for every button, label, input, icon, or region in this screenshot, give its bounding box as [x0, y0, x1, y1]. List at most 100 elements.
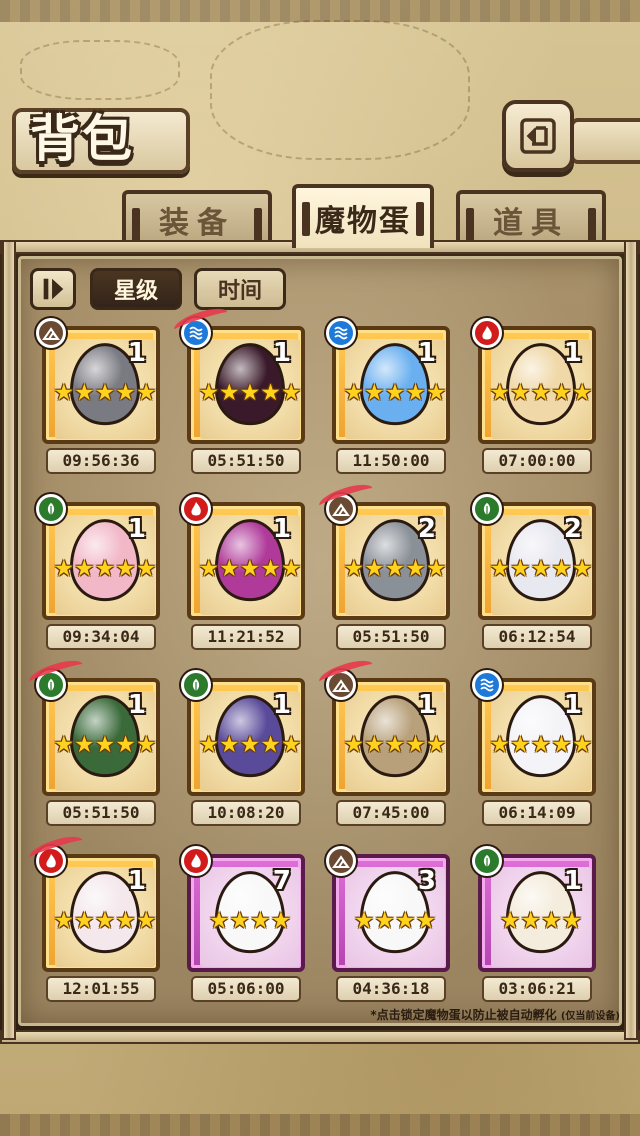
sort-toggle-button[interactable] [30, 268, 76, 310]
egg-stars: ★★★★★ [343, 556, 447, 582]
sort-by-star-button[interactable]: 星级 [90, 268, 182, 310]
back-plate [570, 118, 640, 164]
egg-count: 2 [563, 514, 582, 544]
tab-label: 道具 [493, 206, 569, 241]
egg-stars: ★★★★★ [198, 732, 302, 758]
tab-post [302, 202, 310, 236]
wood-element-icon [472, 846, 502, 876]
tab-post [416, 202, 424, 236]
panel-rail-bottom [0, 1030, 640, 1044]
water-element-icon [472, 670, 502, 700]
egg-card[interactable]: 1 ★★★★★ 11:21:52 [181, 494, 305, 650]
fire-element-icon [181, 846, 211, 876]
egg-count: 1 [127, 866, 146, 896]
sort-by-time-button[interactable]: 时间 [194, 268, 286, 310]
egg-timer: 05:06:00 [191, 976, 301, 1002]
egg-card[interactable]: 1 ★★★★★ 10:08:20 [181, 670, 305, 826]
egg-count: 1 [127, 338, 146, 368]
map-decoration [20, 40, 180, 100]
tab-equipment[interactable]: 装备 [122, 190, 272, 246]
fire-element-icon [472, 318, 502, 348]
egg-card[interactable]: 1 ★★★★★ 05:51:50 [171, 303, 305, 474]
egg-timer: 05:51:50 [46, 800, 156, 826]
back-arrow-icon [520, 118, 556, 154]
lock-hint-text: *点击锁定魔物蛋以防止被自动孵化 [370, 1008, 557, 1022]
egg-timer: 07:00:00 [482, 448, 592, 474]
tab-items[interactable]: 道具 [456, 190, 606, 246]
egg-timer: 05:51:50 [336, 624, 446, 650]
egg-stars: ★★★★★ [198, 556, 302, 582]
egg-count: 1 [127, 690, 146, 720]
egg-card[interactable]: 1 ★★★★★ 09:34:04 [36, 494, 160, 650]
torn-edge-top [0, 0, 640, 22]
wood-element-icon [36, 494, 66, 524]
egg-timer: 12:01:55 [46, 976, 156, 1002]
wood-element-icon [181, 670, 211, 700]
egg-card[interactable]: 1 ★★★★★ 05:51:50 [26, 655, 160, 826]
water-element-icon [326, 318, 356, 348]
egg-card[interactable]: 1 ★★★★★ 06:14:09 [472, 670, 596, 826]
egg-timer: 05:51:50 [191, 448, 301, 474]
egg-card[interactable]: 2 ★★★★★ 05:51:50 [316, 479, 450, 650]
fire-element-icon [181, 494, 211, 524]
egg-count: 1 [417, 338, 436, 368]
egg-card[interactable]: 1 ★★★★★ 07:00:00 [472, 318, 596, 474]
map-decoration [210, 20, 470, 160]
lock-hint-note: (仅当前设备) [560, 1011, 620, 1022]
egg-stars: ★★★★★ [53, 732, 157, 758]
egg-stars: ★★★★★ [53, 380, 157, 406]
earth-element-icon [326, 846, 356, 876]
tab-post [254, 208, 262, 242]
egg-timer: 04:36:18 [336, 976, 446, 1002]
egg-card[interactable]: 1 ★★★★★ 09:56:36 [36, 318, 160, 474]
tab-label: 魔物蛋 [315, 204, 411, 239]
egg-stars: ★★★★★ [343, 380, 447, 406]
egg-card[interactable]: 3 ★★★★ 04:36:18 [326, 846, 450, 1002]
egg-stars: ★★★★★ [343, 732, 447, 758]
egg-card[interactable]: 1 ★★★★ 03:06:21 [472, 846, 596, 1002]
egg-stars: ★★★★★ [53, 908, 157, 934]
egg-timer: 11:21:52 [191, 624, 301, 650]
egg-timer: 06:12:54 [482, 624, 592, 650]
egg-card[interactable]: 1 ★★★★★ 11:50:00 [326, 318, 450, 474]
egg-card[interactable]: 7 ★★★★ 05:06:00 [181, 846, 305, 1002]
egg-stars: ★★★★ [499, 908, 583, 934]
egg-timer: 03:06:21 [482, 976, 592, 1002]
egg-stars: ★★★★★ [53, 556, 157, 582]
egg-stars: ★★★★★ [198, 380, 302, 406]
egg-stars: ★★★★ [353, 908, 437, 934]
page-title: 背包 [30, 110, 134, 168]
egg-count: 1 [563, 690, 582, 720]
tab-post [588, 208, 596, 242]
egg-timer: 09:56:36 [46, 448, 156, 474]
sort-toggle-icon [43, 278, 64, 300]
tab-post [132, 208, 140, 242]
panel-pillar-right [624, 240, 638, 1040]
egg-timer: 10:08:20 [191, 800, 301, 826]
egg-count: 1 [563, 866, 582, 896]
egg-count: 1 [417, 690, 436, 720]
egg-timer: 09:34:04 [46, 624, 156, 650]
egg-stars: ★★★★★ [489, 732, 593, 758]
tab-monster-eggs[interactable]: 魔物蛋 [292, 184, 434, 248]
egg-stars: ★★★★★ [489, 556, 593, 582]
egg-count: 1 [563, 338, 582, 368]
lock-hint: *点击锁定魔物蛋以防止被自动孵化 (仅当前设备) [320, 1006, 620, 1024]
egg-count: 1 [272, 690, 291, 720]
egg-card[interactable]: 1 ★★★★★ 12:01:55 [26, 831, 160, 1002]
egg-card[interactable]: 1 ★★★★★ 07:45:00 [316, 655, 450, 826]
wood-element-icon [472, 494, 502, 524]
egg-stars: ★★★★★ [489, 380, 593, 406]
egg-timer: 07:45:00 [336, 800, 446, 826]
egg-timer: 06:14:09 [482, 800, 592, 826]
back-button[interactable] [502, 100, 574, 172]
egg-count: 2 [417, 514, 436, 544]
egg-card[interactable]: 2 ★★★★★ 06:12:54 [472, 494, 596, 650]
tab-label: 装备 [159, 206, 235, 241]
egg-timer: 11:50:00 [336, 448, 446, 474]
earth-element-icon [36, 318, 66, 348]
egg-count: 1 [272, 338, 291, 368]
egg-count: 1 [127, 514, 146, 544]
egg-stars: ★★★★ [208, 908, 292, 934]
egg-count: 7 [272, 866, 291, 896]
